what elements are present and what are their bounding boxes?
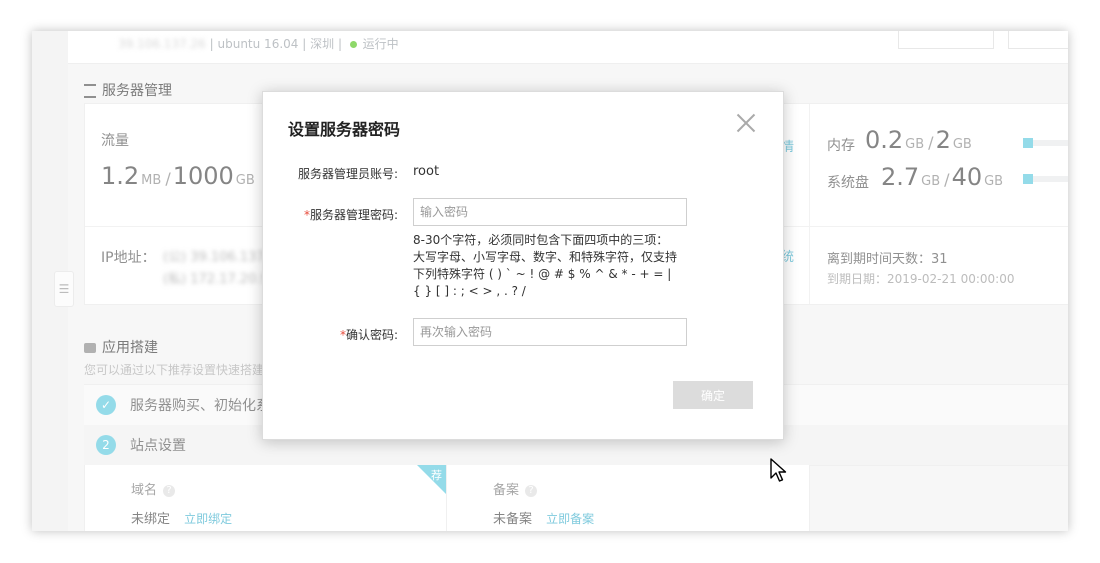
confirm-password-input[interactable] xyxy=(413,318,687,346)
confirm-button[interactable]: 确定 xyxy=(673,381,753,409)
dialog-title: 设置服务器密码 xyxy=(288,120,401,139)
set-password-dialog: 设置服务器密码 服务器管理员账号: root *服务器管理密码: 8-30个字符… xyxy=(262,91,784,440)
account-label: 服务器管理员账号: xyxy=(297,167,398,181)
mouse-pointer-icon xyxy=(770,458,787,482)
close-icon[interactable] xyxy=(735,112,757,134)
account-value: root xyxy=(413,164,440,179)
password-label: *服务器管理密码: xyxy=(303,208,398,222)
confirm-password-label: *确认密码: xyxy=(339,328,398,342)
password-input[interactable] xyxy=(413,198,687,226)
password-hint: 8-30个字符，必须同时包含下面四项中的三项：大写字母、小写字母、数字、和特殊字… xyxy=(413,233,678,298)
